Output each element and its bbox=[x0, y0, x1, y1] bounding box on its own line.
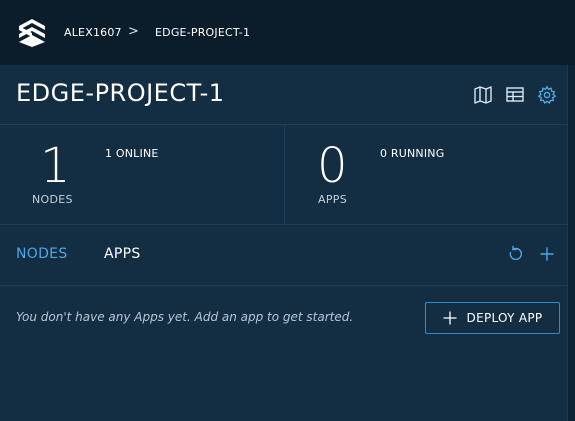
tab-apps[interactable]: APPS bbox=[104, 246, 141, 262]
refresh-icon[interactable] bbox=[506, 245, 524, 263]
tab-nodes[interactable]: NODES bbox=[16, 246, 68, 262]
map-icon[interactable] bbox=[473, 85, 493, 105]
deploy-app-label: DEPLOY APP bbox=[466, 311, 543, 325]
breadcrumb-project[interactable]: EDGE-PROJECT-1 bbox=[155, 26, 250, 39]
background-strip bbox=[568, 65, 575, 421]
logo-icon[interactable] bbox=[17, 18, 47, 48]
stats-bottom-divider bbox=[0, 224, 568, 225]
nodes-online-status: 1 ONLINE bbox=[105, 147, 159, 160]
apps-count: 0 bbox=[317, 138, 348, 194]
deploy-app-button[interactable]: DEPLOY APP bbox=[425, 302, 560, 334]
breadcrumb-user[interactable]: ALEX1607 bbox=[64, 26, 122, 39]
breadcrumb-separator: > bbox=[128, 24, 139, 39]
project-panel: EDGE-PROJECT-1 1 NODES 1 ONLINE 0 APPS 0… bbox=[0, 65, 568, 421]
stats-divider bbox=[284, 125, 285, 224]
apps-label: APPS bbox=[318, 193, 347, 206]
nodes-count: 1 bbox=[40, 138, 71, 194]
tabs-divider bbox=[0, 285, 568, 286]
gear-icon[interactable] bbox=[537, 85, 557, 105]
plus-icon bbox=[442, 311, 457, 325]
page-title: EDGE-PROJECT-1 bbox=[16, 79, 225, 107]
add-icon[interactable] bbox=[538, 245, 556, 263]
top-bar: ALEX1607 > EDGE-PROJECT-1 bbox=[0, 0, 575, 65]
nodes-label: NODES bbox=[32, 193, 73, 206]
empty-apps-message: You don't have any Apps yet. Add an app … bbox=[16, 310, 354, 324]
apps-running-status: 0 RUNNING bbox=[380, 147, 445, 160]
table-icon[interactable] bbox=[505, 85, 525, 105]
